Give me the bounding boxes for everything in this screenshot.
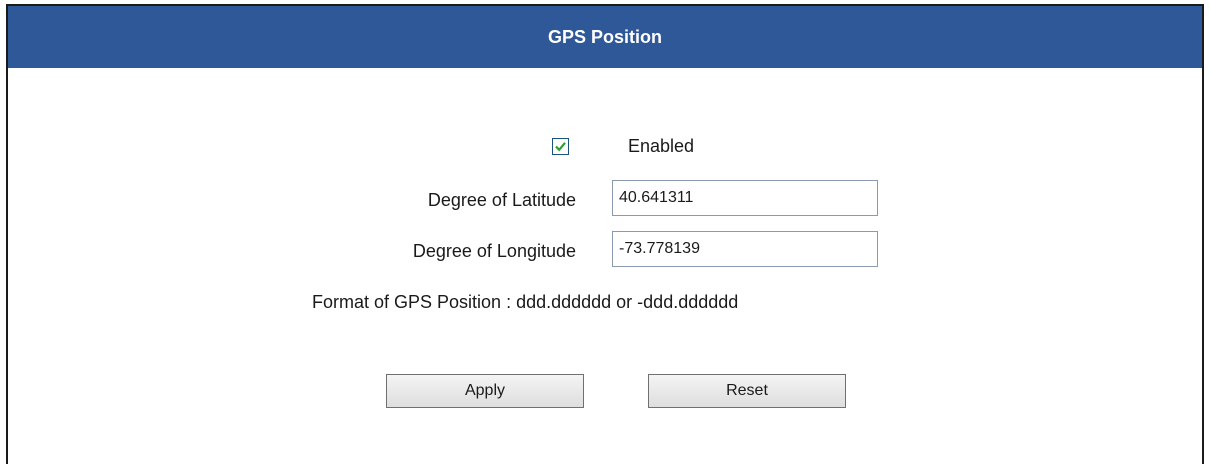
apply-button[interactable]: Apply [386,374,584,408]
gps-position-panel: GPS Position Enabled Degree of Latitude … [6,4,1204,464]
longitude-label: Degree of Longitude [412,241,576,261]
checkmark-icon [555,142,566,152]
enabled-row: Enabled [552,136,694,157]
latitude-input[interactable] [612,180,878,216]
panel-header: GPS Position [8,6,1202,68]
enabled-checkbox[interactable] [552,138,569,155]
reset-button[interactable]: Reset [648,374,846,408]
latitude-label: Degree of Latitude [427,190,576,210]
longitude-input[interactable] [612,231,878,267]
panel-title: GPS Position [547,26,662,47]
enabled-label: Enabled [628,136,695,156]
